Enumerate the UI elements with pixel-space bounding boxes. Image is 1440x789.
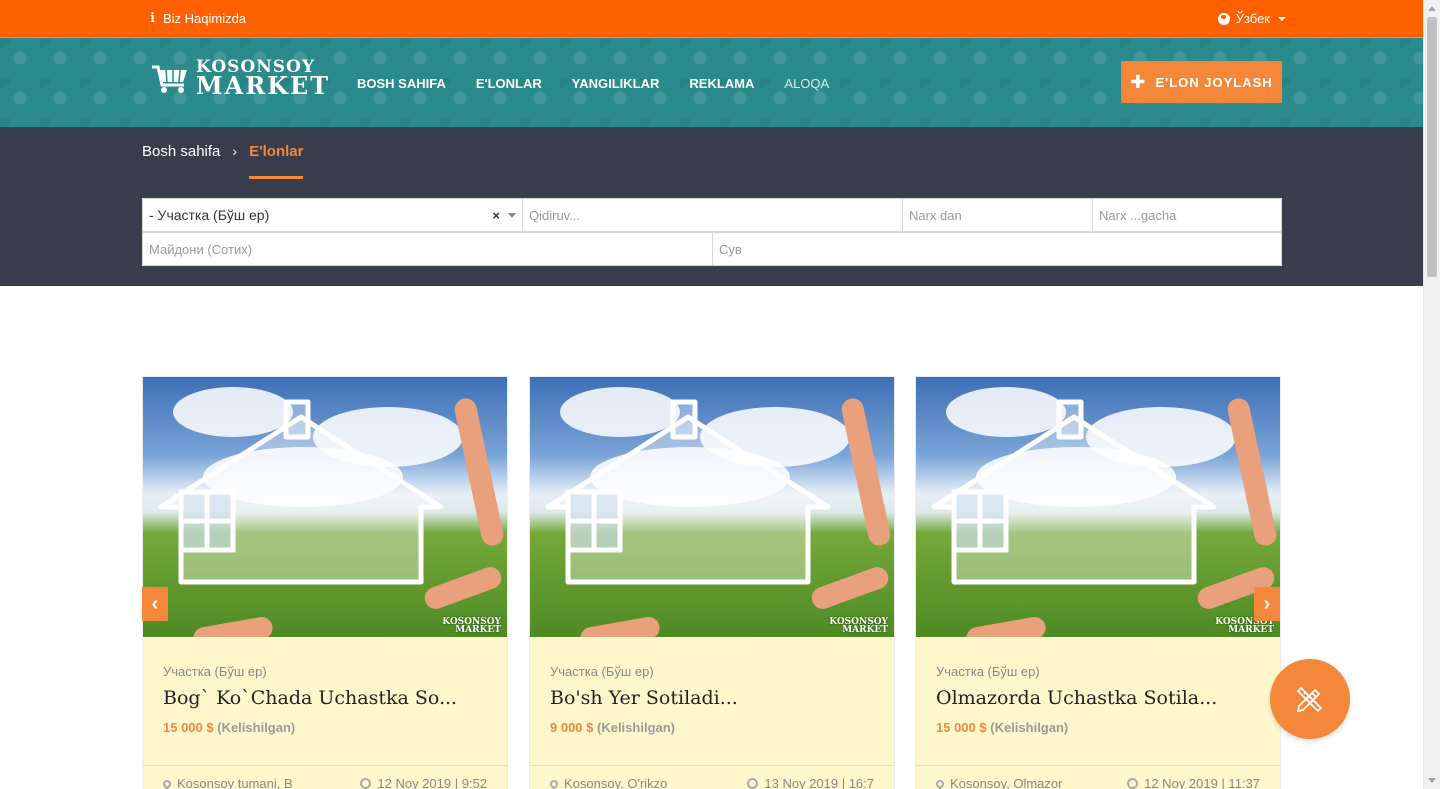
nav-contact[interactable]: ALOQA [784, 76, 829, 91]
area-input[interactable]: Майдони (Сотих) [142, 232, 713, 266]
search-input[interactable]: Qidiruv... [522, 198, 903, 232]
listing-location: Kosonsoy, Olmazor [934, 776, 1062, 789]
listing-date: 12 Noy 2019 | 9:52 [360, 776, 487, 789]
clear-icon[interactable]: × [492, 208, 500, 223]
scroll-thumb[interactable] [1427, 17, 1437, 277]
map-pin-icon [548, 777, 560, 789]
chevron-right-icon: › [232, 143, 238, 159]
listing-price: 15 000 $ (Kelishilgan) [936, 720, 1260, 735]
map-pin-icon [161, 777, 173, 789]
listing-card[interactable]: KOSONSOY MARKET Участка (Бўш ер) Bog` Ko… [142, 376, 508, 789]
listing-title[interactable]: Bog` Ko`Chada Uchastka So... [163, 687, 487, 709]
listing-date: 13 Noy 2019 | 16:7 [747, 776, 874, 789]
price-note: (Kelishilgan) [217, 720, 296, 735]
carousel-prev-button[interactable]: ‹ [142, 587, 168, 621]
listing-body: Участка (Бўш ер) Bog` Ko`Chada Uchastka … [143, 664, 507, 735]
language-label: Ўзбек [1235, 11, 1270, 26]
nav-home[interactable]: BOSH SAHIFA [357, 76, 446, 91]
plus-icon: ✚ [1130, 72, 1147, 92]
dropdown-caret-icon [508, 212, 516, 218]
breadcrumb: Bosh sahifa › E'lonlar [142, 143, 304, 179]
listing-title[interactable]: Bo'sh Yer Sotiladi... [550, 687, 874, 709]
logo-line2: MARKET [196, 71, 331, 101]
price-note: (Kelishilgan) [990, 720, 1069, 735]
price-to-input[interactable]: Narx ...gacha [1092, 198, 1282, 232]
listing-date: 12 Noy 2019 | 11:37 [1127, 776, 1260, 789]
main-nav: BOSH SAHIFA E'LONLAR YANGILIKLAR REKLAMA… [357, 76, 829, 91]
nav-news[interactable]: YANGILIKLAR [572, 76, 660, 91]
scroll-down-icon[interactable] [1428, 778, 1436, 783]
listing-price: 15 000 $ (Kelishilgan) [163, 720, 487, 735]
about-link[interactable]: i Biz Haqimizda [150, 11, 246, 26]
category-select[interactable]: - Участка (Бўш ер) × [142, 198, 523, 232]
clock-icon [1127, 778, 1139, 789]
listing-location: Kosonsoy tumani, B [161, 776, 293, 789]
price-amount: 15 000 $ [163, 720, 214, 735]
cart-icon [152, 65, 187, 94]
listing-category: Участка (Бўш ер) [936, 664, 1040, 679]
listings-carousel: ‹ › KOSONSOY MARKET Участка (Бўш ер) Bog… [142, 376, 1282, 789]
house-illustration [545, 399, 831, 585]
listing-meta: Kosonsoy, Olmazor 12 Noy 2019 | 11:37 [916, 765, 1280, 789]
price-note: (Kelishilgan) [597, 720, 676, 735]
top-bar: i Biz Haqimizda Ўзбек [0, 0, 1423, 37]
category-value: - Участка (Бўш ер) [149, 207, 270, 223]
listing-title[interactable]: Olmazorda Uchastka Sotila... [936, 687, 1260, 709]
breadcrumb-home[interactable]: Bosh sahifa [142, 143, 220, 160]
house-illustration [158, 399, 444, 585]
listing-price: 9 000 $ (Kelishilgan) [550, 720, 874, 735]
logo-text: KOSONSOY MARKET [196, 58, 331, 101]
price-amount: 9 000 $ [550, 720, 594, 735]
price-from-input[interactable]: Narx dan [902, 198, 1093, 232]
nav-ads[interactable]: REKLAMA [689, 76, 754, 91]
clock-icon [360, 778, 372, 789]
map-pin-icon [934, 777, 946, 789]
listing-photo[interactable]: KOSONSOY MARKET [143, 377, 507, 637]
listing-category: Участка (Бўш ер) [163, 664, 267, 679]
listing-card[interactable]: KOSONSOY MARKET Участка (Бўш ер) Olmazor… [915, 376, 1281, 789]
house-illustration [931, 399, 1217, 585]
listing-body: Участка (Бўш ер) Bo'sh Yer Sotiladi... 9… [530, 664, 894, 735]
scroll-up-icon[interactable] [1428, 6, 1436, 11]
info-icon: i [150, 11, 155, 26]
listing-photo[interactable]: KOSONSOY MARKET [916, 377, 1280, 637]
listing-photo[interactable]: KOSONSOY MARKET [530, 377, 894, 637]
page-scrollbar[interactable] [1423, 0, 1440, 789]
listing-meta: Kosonsoy, O'rikzo 13 Noy 2019 | 16:7 [530, 765, 894, 789]
logo[interactable]: KOSONSOY MARKET [150, 58, 331, 101]
water-input[interactable]: Сув [712, 232, 1282, 266]
listing-body: Участка (Бўш ер) Olmazorda Uchastka Soti… [916, 664, 1280, 735]
language-selector[interactable]: Ўзбек [1217, 11, 1286, 26]
price-amount: 15 000 $ [936, 720, 987, 735]
filter-section: Bosh sahifa › E'lonlar - Участка (Бўш ер… [0, 127, 1423, 286]
caret-down-icon [1278, 16, 1286, 21]
listing-meta: Kosonsoy tumani, B 12 Noy 2019 | 9:52 [143, 765, 507, 789]
watermark: KOSONSOY MARKET [829, 616, 888, 635]
about-label: Biz Haqimizda [162, 11, 247, 26]
page: i Biz Haqimizda Ўзбек KOSONSOY MARKET BO… [0, 0, 1423, 789]
globe-icon [1217, 12, 1230, 25]
clock-icon [747, 778, 759, 789]
edit-fab-button[interactable] [1270, 659, 1350, 739]
carousel-next-button[interactable]: › [1254, 587, 1280, 621]
listing-card[interactable]: KOSONSOY MARKET Участка (Бўш ер) Bo'sh Y… [529, 376, 895, 789]
post-ad-label: E'LON JOYLASH [1155, 74, 1273, 90]
nav-listings[interactable]: E'LONLAR [476, 76, 542, 91]
site-header: KOSONSOY MARKET BOSH SAHIFA E'LONLAR YAN… [0, 37, 1423, 127]
filter-form: - Участка (Бўш ер) × Qidiruv... Narx dan… [142, 198, 1282, 266]
listing-category: Участка (Бўш ер) [550, 664, 654, 679]
watermark: KOSONSOY MARKET [442, 616, 501, 635]
breadcrumb-current: E'lonlar [249, 143, 304, 179]
pencil-ruler-icon [1296, 686, 1323, 713]
post-ad-button[interactable]: ✚ E'LON JOYLASH [1121, 61, 1282, 103]
listing-location: Kosonsoy, O'rikzo [548, 776, 667, 789]
